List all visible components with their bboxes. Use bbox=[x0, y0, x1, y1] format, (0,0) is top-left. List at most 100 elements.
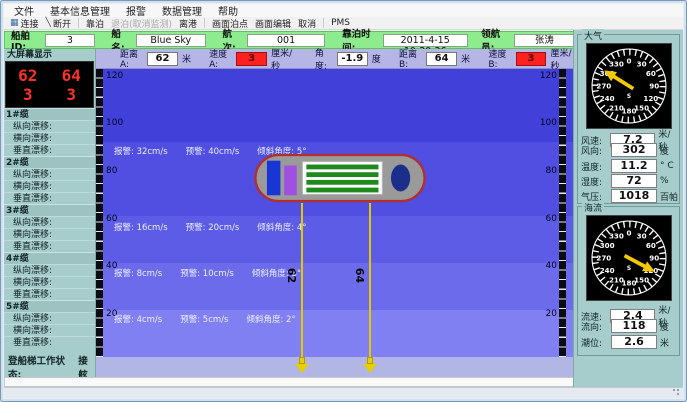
cable-4-vertical-drift: 垂直漂移: bbox=[4, 288, 95, 300]
disconnect-button[interactable]: ╲ 断开 bbox=[46, 17, 71, 30]
angle-label: 角度: bbox=[315, 46, 333, 72]
cable-4-longitudinal-drift: 纵向漂移: bbox=[4, 264, 95, 276]
humidity-row: 湿度: 72 % bbox=[581, 174, 669, 188]
alarm-threshold-row-4: 报警: 4cm/s 预警: 5cm/s 倾斜角度: 2° bbox=[114, 313, 296, 325]
deck-stripe bbox=[306, 172, 378, 177]
ship-block-blue bbox=[267, 161, 280, 196]
right-distance-ruler bbox=[559, 69, 566, 357]
svg-text:330: 330 bbox=[609, 60, 624, 69]
svg-text:60: 60 bbox=[646, 241, 656, 250]
alarm-value: 报警: 32cm/s bbox=[114, 145, 168, 157]
pressure-value: 1018 bbox=[611, 189, 657, 203]
cable-5-longitudinal-drift: 纵向漂移: bbox=[4, 312, 95, 324]
speed-a-unit: 厘米/秒 bbox=[271, 46, 297, 72]
berth-button[interactable]: 靠泊 bbox=[86, 17, 104, 30]
sea-current-groupbox: 海流 0 30 60 90 120 150 180 210 240 270 30… bbox=[577, 206, 680, 356]
current-direction-label: 流向: bbox=[581, 320, 608, 333]
gangway-status: 登船梯工作状态: 接舷 bbox=[4, 353, 95, 377]
svg-text:0: 0 bbox=[627, 56, 632, 65]
display-distance-a: 62 bbox=[18, 66, 37, 85]
warn-value: 预警: 5cm/s bbox=[180, 313, 228, 325]
humidity-label: 湿度: bbox=[581, 175, 608, 188]
right-scale-60: 60 bbox=[546, 214, 557, 224]
angle-value: -1.9 bbox=[337, 52, 368, 66]
depth-band bbox=[96, 69, 576, 142]
svg-text:30: 30 bbox=[637, 60, 647, 69]
distance-a-unit: 米 bbox=[182, 52, 191, 65]
svg-text:30: 30 bbox=[637, 232, 647, 241]
current-direction-unit: 度 bbox=[660, 320, 669, 333]
cable-4-lateral-drift: 横向漂移: bbox=[4, 276, 95, 288]
ship-stern-ellipse bbox=[391, 165, 410, 192]
cable-2-vertical-drift: 垂直漂移: bbox=[4, 192, 95, 204]
horizontal-scrollbar[interactable] bbox=[4, 377, 576, 387]
wind-direction-label: 风向: bbox=[581, 144, 608, 157]
berth-time-field[interactable]: 2011-4-15 10:30:36 bbox=[383, 34, 468, 47]
cancel-button[interactable]: 取消 bbox=[298, 17, 316, 30]
ship-id-field[interactable]: 3 bbox=[45, 34, 95, 47]
disconnect-icon: ╲ bbox=[46, 18, 51, 28]
gangway-status-value: 接舷 bbox=[78, 353, 95, 377]
tide-level-label: 潮位: bbox=[581, 336, 608, 349]
angle-unit: 度 bbox=[372, 52, 381, 65]
wind-direction-value: 302 bbox=[611, 143, 657, 157]
distance-b-label: 距离B: bbox=[399, 47, 422, 70]
cable-5-vertical-drift: 垂直漂移: bbox=[4, 336, 95, 348]
quay-strip bbox=[96, 357, 576, 379]
ship-name-field[interactable]: Blue Sky bbox=[136, 34, 206, 47]
left-scale-80: 80 bbox=[106, 166, 117, 176]
warn-value: 预警: 10cm/s bbox=[180, 267, 234, 279]
pressure-unit: 百帕 bbox=[660, 190, 678, 203]
screen-edit-button[interactable]: 画面编辑 bbox=[255, 17, 291, 30]
tide-level-unit: 米 bbox=[660, 336, 669, 349]
cable-1-vertical-drift: 垂直漂移: bbox=[4, 144, 95, 156]
deck-stripe bbox=[306, 165, 378, 170]
display-distance-b: 64 bbox=[62, 66, 81, 85]
left-scale-120: 120 bbox=[106, 71, 123, 81]
cable-1-longitudinal-drift: 纵向漂移: bbox=[4, 120, 95, 132]
measurement-bar: 距离A: 62 米 速度A: 3 厘米/秒 角度: -1.9 度 距离B: 64… bbox=[96, 49, 576, 69]
cable-3-vertical-drift: 垂直漂移: bbox=[4, 240, 95, 252]
svg-text:240: 240 bbox=[600, 266, 615, 275]
tide-level-row: 潮位: 2.6 米 bbox=[581, 335, 669, 349]
svg-text:330: 330 bbox=[609, 232, 624, 241]
resize-grip[interactable] bbox=[672, 388, 681, 396]
cable-2-header: 2#缆 bbox=[4, 156, 95, 168]
toolbar-separator bbox=[323, 18, 324, 28]
right-scale-40: 40 bbox=[546, 261, 557, 271]
temperature-value: 11.2 bbox=[611, 159, 657, 173]
sidebar: 大屏幕显示 62 64 3 3 1#缆 纵向漂移: 横向漂移: 垂直漂移: 2#… bbox=[4, 49, 96, 377]
cable-a-distance-label: 62 bbox=[285, 268, 298, 283]
svg-text:90: 90 bbox=[649, 254, 659, 263]
distance-a-value: 62 bbox=[147, 52, 178, 66]
cable-4-header: 4#缆 bbox=[4, 252, 95, 264]
berth-monitor-chart: 120 100 80 60 40 20 120 100 80 60 40 20 … bbox=[96, 69, 576, 379]
wind-direction-row: 风向: 302 度 bbox=[581, 143, 669, 157]
toolbar-separator bbox=[78, 18, 79, 28]
distance-a-label: 距离A: bbox=[120, 47, 143, 70]
speed-a-value: 3 bbox=[236, 52, 267, 66]
cable-1-header: 1#缆 bbox=[4, 108, 95, 120]
svg-text:60: 60 bbox=[646, 69, 656, 78]
big-screen-display: 62 64 3 3 bbox=[5, 61, 94, 108]
left-scale-100: 100 bbox=[106, 118, 123, 128]
svg-text:210: 210 bbox=[609, 103, 624, 112]
display-speed-b: 3 bbox=[66, 85, 76, 104]
app-window: 文件 基本信息管理 报警 数据管理 帮助 ▦ 连接 ╲ 断开 靠泊 退泊(取消监… bbox=[0, 0, 687, 402]
alarm-value: 报警: 4cm/s bbox=[114, 313, 162, 325]
deck-stripe bbox=[306, 180, 378, 185]
svg-text:S: S bbox=[627, 94, 631, 100]
connect-icon: ▦ bbox=[10, 18, 19, 28]
cable-1-lateral-drift: 横向漂移: bbox=[4, 132, 95, 144]
svg-text:210: 210 bbox=[609, 275, 624, 284]
tide-level-value: 2.6 bbox=[611, 335, 657, 349]
left-distance-ruler bbox=[96, 69, 103, 357]
tilt-value: 倾斜角度: 2° bbox=[246, 313, 295, 325]
warn-value: 预警: 40cm/s bbox=[186, 145, 240, 157]
depart-button[interactable]: 离港 bbox=[179, 17, 197, 30]
cable-5-lateral-drift: 横向漂移: bbox=[4, 324, 95, 336]
svg-text:300: 300 bbox=[600, 241, 615, 250]
mooring-cable-b bbox=[369, 203, 371, 357]
svg-text:0: 0 bbox=[627, 228, 632, 237]
temperature-row: 温度: 11.2 ° C bbox=[581, 159, 674, 173]
